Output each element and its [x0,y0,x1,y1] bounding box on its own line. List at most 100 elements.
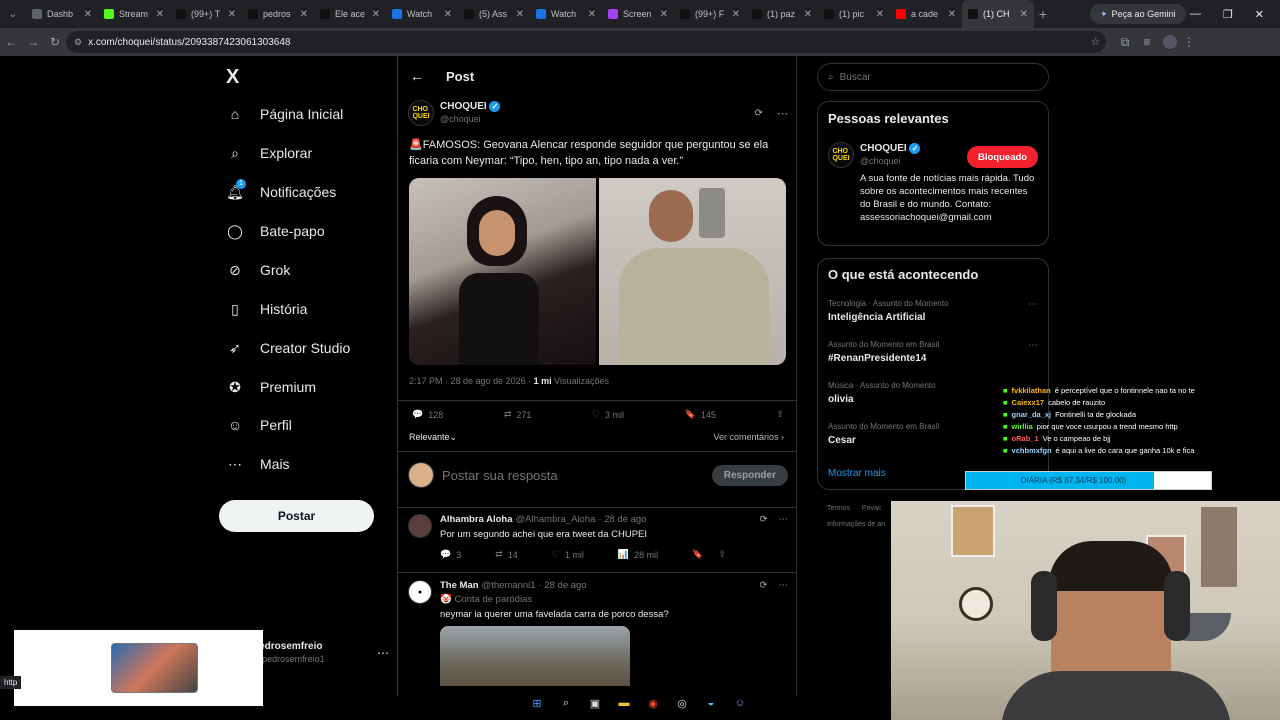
privacy-link[interactable]: Privac [862,505,881,512]
close-tab-icon[interactable]: ✕ [156,9,164,20]
post-more-icon[interactable]: ⋯ [777,107,788,120]
obs-icon[interactable]: ◎ [673,694,691,712]
task-view-icon[interactable]: ▣ [586,694,604,712]
nav-item-página-inicial[interactable]: ⌂ Página Inicial [226,105,344,123]
author-name[interactable]: CHOQUEI [440,101,487,112]
post-timestamp[interactable]: 2:17 PM · 28 de ago de 2026 · [409,376,534,386]
address-bar[interactable]: ⚙ x.com/choquei/status/20933874230613036… [66,31,1106,53]
windows-start-icon[interactable]: ⊞ [528,694,546,712]
close-tab-icon[interactable]: ✕ [516,9,524,20]
browser-tab[interactable]: (99+) F ✕ [674,0,746,28]
author-handle[interactable]: @choquei [440,113,500,126]
reply-item[interactable]: ● The Man @themanni1 · 28 de ago ⟳ ⋯ 🤡 Conta… [408,580,788,686]
back-arrow-icon[interactable]: ← [410,68,424,84]
person-handle[interactable]: @choquei [860,155,920,168]
bookmark-star-icon[interactable]: ☆ [1091,37,1100,48]
reply-avatar[interactable]: ● [408,580,432,604]
back-icon[interactable]: ← [0,35,22,49]
trend-more-icon[interactable]: ⋯ [1028,299,1038,310]
reply-like-action[interactable]: ♡ 1 mil [552,549,584,560]
post-button[interactable]: Postar [219,500,374,532]
post-image-man[interactable] [599,178,786,365]
browser-tab[interactable]: Watch ✕ [530,0,602,28]
search-input[interactable]: ⌕ Buscar [817,63,1049,91]
browser-tab[interactable]: Stream ✕ [98,0,170,28]
browser-tab[interactable]: Watch ✕ [386,0,458,28]
trend-item[interactable]: Tecnologia · Assunto do Momento Inteligên… [828,299,1038,323]
reply-input[interactable]: Postar sua resposta [442,468,558,483]
trend-more-icon[interactable]: ⋯ [1028,340,1038,351]
close-tab-icon[interactable]: ✕ [804,9,812,20]
restore-icon[interactable]: ❐ [1223,8,1233,21]
see-comments-link[interactable]: Ver comentários › [713,432,784,442]
browser-tab[interactable]: a cade ✕ [890,0,962,28]
nav-item-explorar[interactable]: ⌕ Explorar [226,144,312,162]
reply-bookmark-action[interactable]: 🔖 ⇪ [692,549,726,560]
reply-button[interactable]: Responder [711,464,788,486]
reply-more-icon[interactable]: ⋯ [779,514,789,525]
reply-date[interactable]: · 28 de ago [598,514,646,525]
reply-reply-action[interactable]: 💬 3 [440,549,461,560]
close-tab-icon[interactable]: ✕ [948,9,956,20]
nav-item-premium[interactable]: ✪ Premium [226,378,316,396]
x-logo[interactable]: X [226,66,239,89]
close-tab-icon[interactable]: ✕ [1020,9,1028,20]
post-image-woman[interactable] [409,178,596,365]
close-tab-icon[interactable]: ✕ [444,9,452,20]
chrome-icon[interactable]: ◉ [644,694,662,712]
browser-tab[interactable]: Ele ace ✕ [314,0,386,28]
reply-more-icon[interactable]: ⋯ [779,580,789,591]
sort-dropdown[interactable]: Relevante⌄ [409,432,457,443]
site-info-icon[interactable]: ⚙ [74,37,82,48]
grok-icon[interactable]: ⟳ [760,580,768,591]
new-tab-button[interactable]: + [1034,6,1052,22]
reply-author[interactable]: The Man [440,580,479,591]
close-window-icon[interactable]: ✕ [1255,8,1264,21]
reply-repost-action[interactable]: ⇄ 14 [495,549,518,560]
browser-tab[interactable]: Dashb ✕ [26,0,98,28]
browser-tab[interactable]: Screen ✕ [602,0,674,28]
person-avatar[interactable]: CHO QUEI [828,142,854,168]
post-media[interactable] [409,178,786,365]
nav-item-creator-studio[interactable]: ➶ Creator Studio [226,339,350,357]
blocked-button[interactable]: Bloqueado [967,146,1039,168]
forward-icon[interactable]: → [22,35,44,49]
reply-image[interactable] [440,626,630,686]
author-avatar[interactable]: CHO QUEI [408,100,434,126]
reply-handle[interactable]: @Alhambra_Aloha [516,514,596,525]
share-action[interactable]: ⇪ [776,409,784,420]
like-action[interactable]: ♡ 3 mil [592,409,624,420]
grok-icon[interactable]: ⟳ [755,108,763,119]
bookmark-action[interactable]: 🔖 145 [685,409,716,420]
close-tab-icon[interactable]: ✕ [372,9,380,20]
file-explorer-icon[interactable]: ▬ [615,694,633,712]
browser-menu-icon[interactable]: ⋮ [1178,35,1200,49]
repost-action[interactable]: ⇄ 271 [504,409,532,420]
reply-date[interactable]: · 28 de ago [539,580,587,591]
browser-tab[interactable]: (1) pic ✕ [818,0,890,28]
show-more-link[interactable]: Mostrar mais [828,468,886,479]
reply-action[interactable]: 💬 128 [412,409,443,420]
close-tab-icon[interactable]: ✕ [300,9,308,20]
nav-item-perfil[interactable]: ☺ Perfil [226,416,292,434]
reply-avatar[interactable] [408,514,432,538]
reply-views-action[interactable]: 📊 28 mil [618,549,658,560]
close-tab-icon[interactable]: ✕ [732,9,740,20]
tab-search-icon[interactable]: ⌄ [0,9,26,20]
close-tab-icon[interactable]: ✕ [876,9,884,20]
nav-item-grok[interactable]: ⊘ Grok [226,261,290,279]
person-name[interactable]: CHOQUEI [860,143,907,154]
browser-tab[interactable]: (1) paz ✕ [746,0,818,28]
steam-icon[interactable]: ◒ [702,694,720,712]
close-tab-icon[interactable]: ✕ [228,9,236,20]
reply-author[interactable]: Alhambra Aloha [440,514,513,525]
grok-icon[interactable]: ⟳ [760,514,768,525]
search-icon[interactable]: ⌕ [557,694,575,712]
close-tab-icon[interactable]: ✕ [660,9,668,20]
reply-item[interactable]: Alhambra Aloha @Alhambra_Aloha · 28 de ago… [408,514,788,560]
browser-tab[interactable]: pedros ✕ [242,0,314,28]
nav-item-mais[interactable]: ⋯ Mais [226,455,290,473]
terms-link[interactable]: Termos [827,505,850,512]
browser-tab[interactable]: (99+) T ✕ [170,0,242,28]
close-tab-icon[interactable]: ✕ [84,9,92,20]
